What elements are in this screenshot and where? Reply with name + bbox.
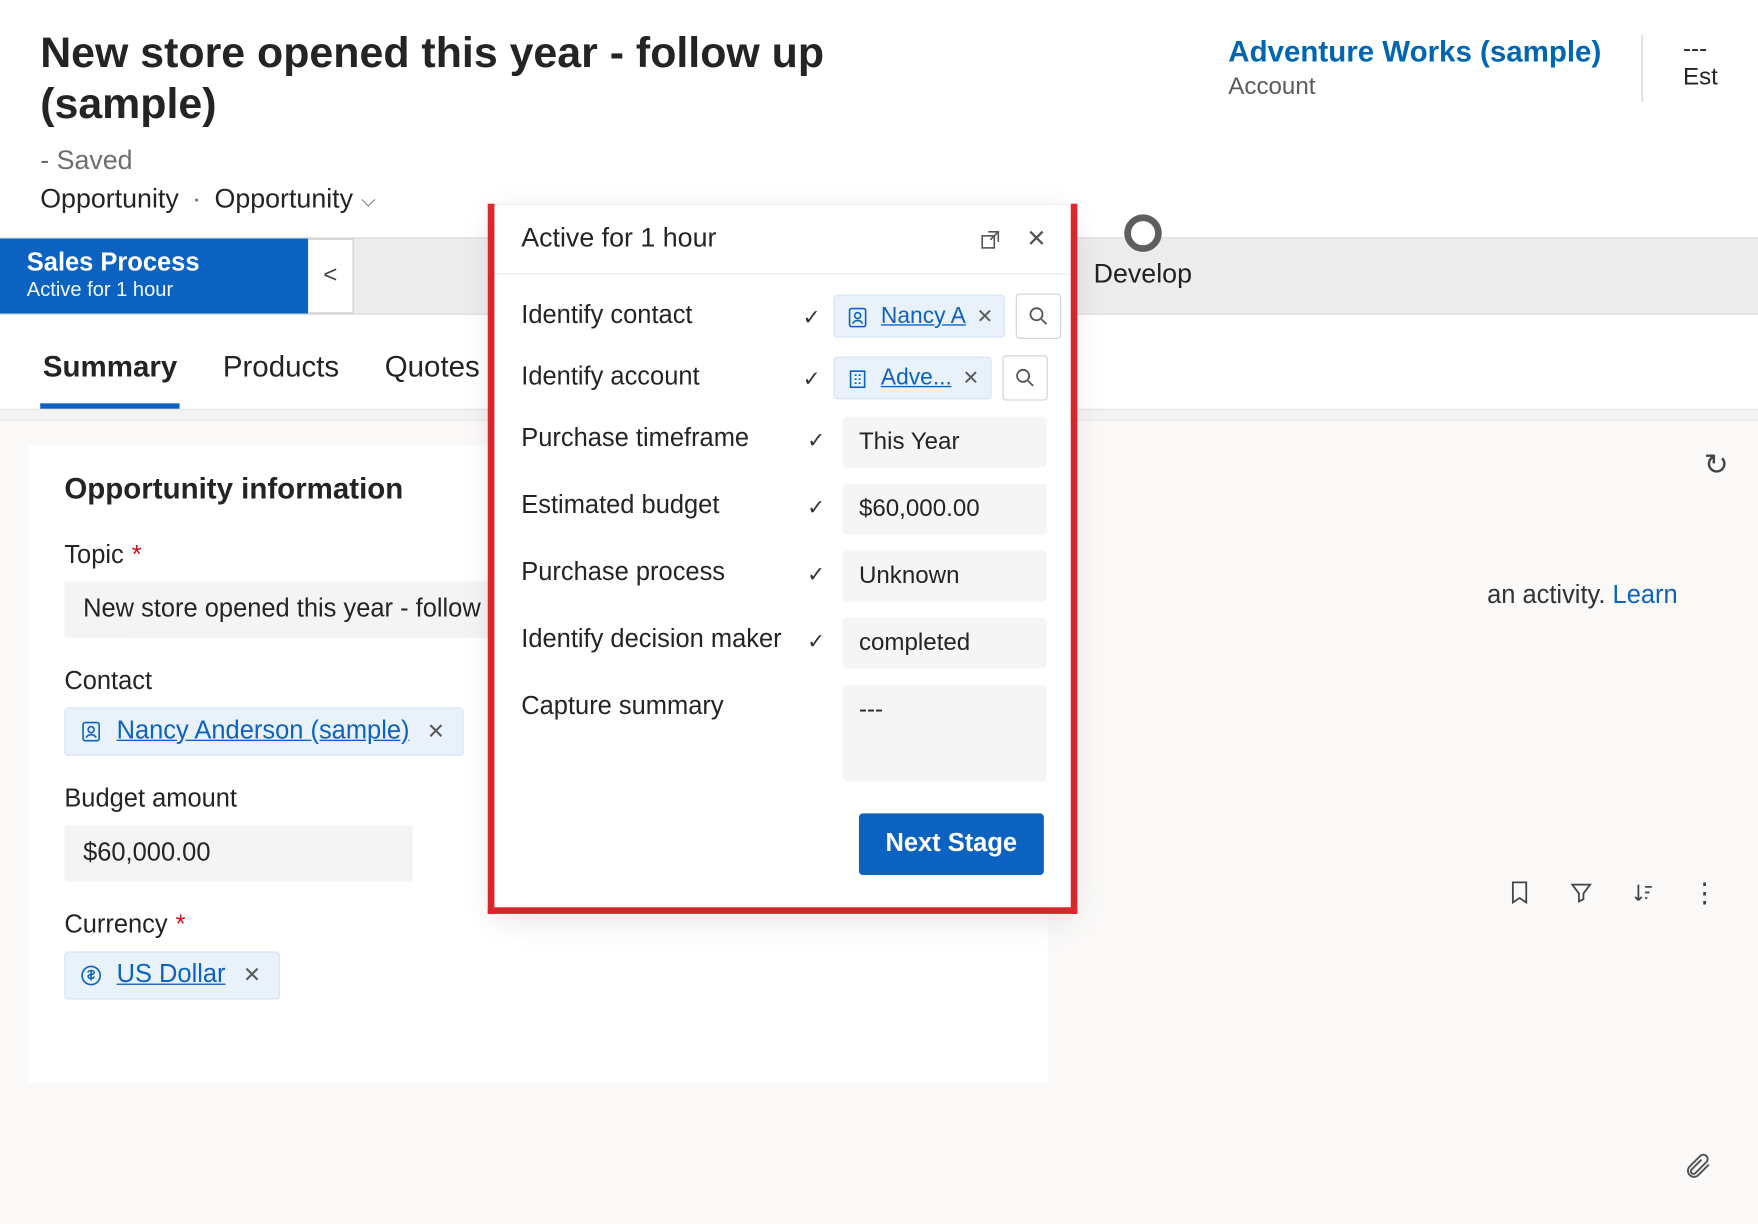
check-icon: ✓ xyxy=(803,484,830,522)
popout-icon[interactable] xyxy=(978,225,1002,253)
page-title: New store opened this year - follow up (… xyxy=(40,27,951,130)
identify-decision-maker-label: Identify decision maker xyxy=(521,618,789,656)
row-capture-summary: Capture summary --- xyxy=(521,685,1046,781)
bookmark-icon[interactable] xyxy=(1506,876,1533,910)
remove-contact-icon[interactable]: ✕ xyxy=(423,718,449,745)
tab-summary[interactable]: Summary xyxy=(40,341,180,408)
check-empty xyxy=(803,685,830,696)
identify-account-link[interactable]: Adve... xyxy=(881,364,952,391)
remove-icon[interactable]: ✕ xyxy=(976,304,993,328)
identify-contact-chip[interactable]: Nancy A ✕ xyxy=(834,295,1005,338)
capture-summary-value[interactable]: --- xyxy=(843,685,1047,781)
estimated-budget-label: Estimated budget xyxy=(521,484,789,522)
account-icon xyxy=(846,364,870,391)
tab-quotes[interactable]: Quotes xyxy=(382,341,482,408)
purchase-process-value[interactable]: Unknown xyxy=(843,551,1047,602)
bpf-process-name: Sales Process xyxy=(27,250,284,278)
identify-contact-link[interactable]: Nancy A xyxy=(881,303,966,330)
header-dashes: --- xyxy=(1683,35,1718,63)
vertical-divider xyxy=(1641,35,1642,102)
account-label: Account xyxy=(1228,72,1601,100)
contact-icon xyxy=(846,303,870,330)
purchase-process-label: Purchase process xyxy=(521,551,789,589)
est-close-partial: Est xyxy=(1683,63,1718,91)
activity-hint-text: an activity. xyxy=(1487,581,1612,609)
stage-flyout-highlight: Active for 1 hour ✕ Identify contact ✓ xyxy=(488,204,1078,914)
budget-label: Budget amount xyxy=(64,785,237,814)
estimated-budget-value[interactable]: $60,000.00 xyxy=(843,484,1047,535)
contact-lookup-chip[interactable]: Nancy Anderson (sample) ✕ xyxy=(64,707,463,755)
bpf-process-label: Sales Process Active for 1 hour < xyxy=(0,238,354,313)
learn-link[interactable]: Learn xyxy=(1613,581,1678,609)
separator-dot: · xyxy=(192,185,201,216)
identify-account-label: Identify account xyxy=(521,355,789,393)
chevron-down-icon: ⌵ xyxy=(361,189,375,212)
budget-input[interactable]: $60,000.00 xyxy=(64,825,412,881)
identify-account-chip[interactable]: Adve... ✕ xyxy=(834,356,991,399)
currency-icon xyxy=(79,960,103,989)
identify-contact-label: Identify contact xyxy=(521,293,789,331)
stage-flyout: Active for 1 hour ✕ Identify contact ✓ xyxy=(494,204,1070,908)
save-status: - Saved xyxy=(40,146,132,177)
account-link[interactable]: Adventure Works (sample) xyxy=(1228,35,1601,68)
search-icon[interactable] xyxy=(1002,355,1048,401)
purchase-timeframe-value[interactable]: This Year xyxy=(843,417,1047,468)
field-currency: Currency * US Dollar ✕ xyxy=(64,911,1013,999)
currency-lookup-chip[interactable]: US Dollar ✕ xyxy=(64,951,279,999)
identify-decision-maker-value[interactable]: completed xyxy=(843,618,1047,669)
more-icon[interactable]: ⋮ xyxy=(1691,876,1718,910)
next-stage-button[interactable]: Next Stage xyxy=(859,813,1044,875)
topic-label: Topic xyxy=(64,541,123,570)
check-icon: ✓ xyxy=(803,417,830,455)
bpf-collapse-button[interactable]: < xyxy=(308,238,354,313)
check-icon: ✓ xyxy=(803,293,821,331)
sort-icon[interactable] xyxy=(1629,876,1656,910)
bpf-process-duration: Active for 1 hour xyxy=(27,278,284,301)
check-icon: ✓ xyxy=(803,551,830,589)
required-indicator: * xyxy=(132,541,142,570)
form-selector-label: Opportunity xyxy=(214,185,353,216)
capture-summary-label: Capture summary xyxy=(521,685,789,723)
currency-link[interactable]: US Dollar xyxy=(117,960,226,989)
attachment-icon[interactable] xyxy=(1683,1147,1712,1185)
check-icon: ✓ xyxy=(803,355,821,393)
required-indicator: * xyxy=(176,911,186,940)
row-purchase-process: Purchase process ✓ Unknown xyxy=(521,551,1046,602)
row-identify-contact: Identify contact ✓ Nancy A ✕ xyxy=(521,293,1046,339)
form-selector[interactable]: Opportunity ⌵ xyxy=(214,185,375,216)
stage-name: Develop xyxy=(1094,260,1192,291)
remove-currency-icon[interactable]: ✕ xyxy=(239,962,265,989)
search-icon[interactable] xyxy=(1016,293,1062,339)
currency-label: Currency xyxy=(64,911,167,940)
header-left: New store opened this year - follow up (… xyxy=(40,27,951,216)
activity-hint: an activity. Learn xyxy=(1487,581,1678,610)
flyout-title: Active for 1 hour xyxy=(521,224,978,255)
check-icon: ✓ xyxy=(803,618,830,656)
row-identify-decision-maker: Identify decision maker ✓ completed xyxy=(521,618,1046,669)
purchase-timeframe-label: Purchase timeframe xyxy=(521,417,789,455)
tab-products[interactable]: Products xyxy=(220,341,342,408)
close-icon[interactable]: ✕ xyxy=(1026,225,1046,253)
entity-name: Opportunity xyxy=(40,185,179,216)
row-identify-account: Identify account ✓ Adve... ✕ xyxy=(521,355,1046,401)
contact-link[interactable]: Nancy Anderson (sample) xyxy=(117,717,410,746)
filter-icon[interactable] xyxy=(1568,876,1595,910)
remove-icon[interactable]: ✕ xyxy=(963,366,980,390)
contact-icon xyxy=(79,717,103,746)
row-purchase-timeframe: Purchase timeframe ✓ This Year xyxy=(521,417,1046,468)
refresh-icon[interactable]: ↻ xyxy=(1704,447,1729,482)
header-right: Adventure Works (sample) Account --- Est xyxy=(1228,27,1718,102)
timeline-toolbar: ⋮ xyxy=(1506,876,1718,910)
stage-node-future-icon xyxy=(1124,214,1162,252)
contact-label: Contact xyxy=(64,667,152,696)
row-estimated-budget: Estimated budget ✓ $60,000.00 xyxy=(521,484,1046,535)
record-header: New store opened this year - follow up (… xyxy=(0,0,1758,229)
